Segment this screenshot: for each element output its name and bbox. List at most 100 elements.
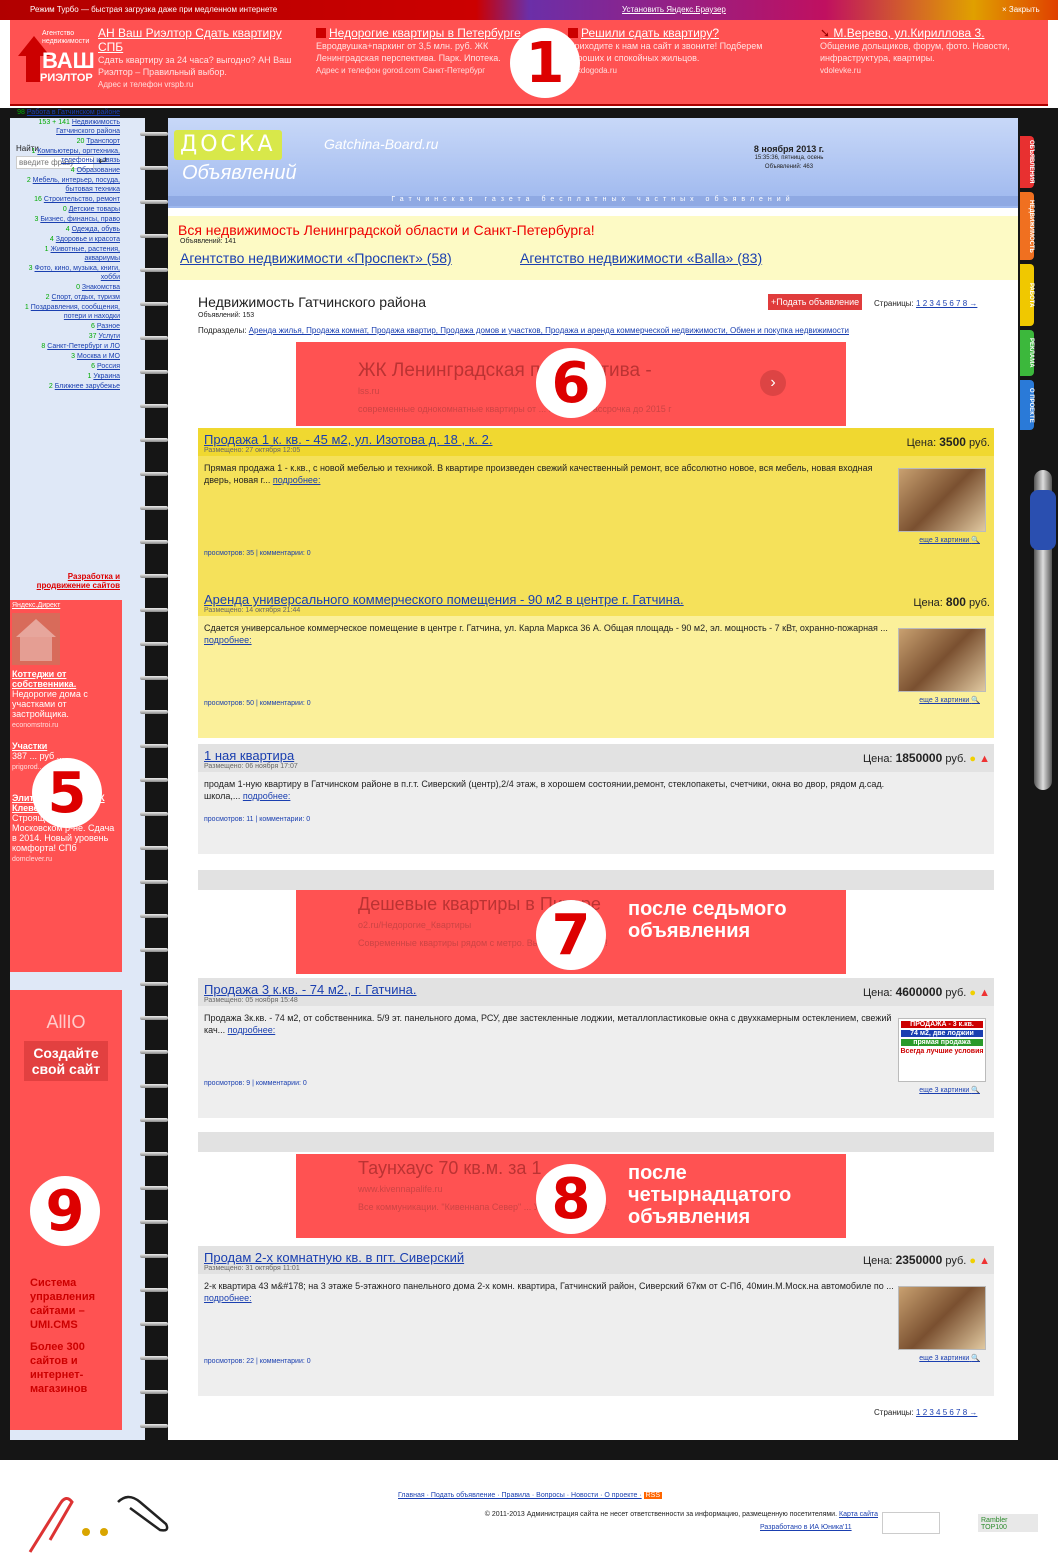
inline-ad-2[interactable]: Дешевые квартиры в Питере o2.ru/Недороги… — [296, 890, 846, 974]
nav-item[interactable]: 20 Транспорт — [15, 137, 120, 146]
counter-badge[interactable] — [882, 1512, 940, 1534]
tab-reklama[interactable]: РЕКЛАМА — [1020, 330, 1034, 376]
sitemap-link[interactable]: Карта сайта — [839, 1511, 878, 1518]
nav-item[interactable]: 1 Компьютеры, оргтехника, телефоны и свя… — [15, 147, 120, 165]
nav-item[interactable]: 37 Услуги — [15, 332, 120, 341]
nav-item[interactable]: 6 Россия — [15, 362, 120, 371]
details-link[interactable]: подробнее: — [273, 475, 321, 485]
binding-ring — [140, 436, 170, 444]
rambler-badge[interactable]: Rambler TOP100 — [978, 1514, 1038, 1532]
rss-icon[interactable]: RSS — [643, 1492, 663, 1499]
install-browser-link[interactable]: Установить Яндекс.Браузер — [622, 5, 726, 14]
dev-link[interactable]: Разработка и продвижение сайтов — [20, 572, 120, 590]
details-link[interactable]: подробнее: — [228, 1025, 276, 1035]
binding-ring — [140, 334, 170, 342]
nav-item[interactable]: 6 Разное — [15, 322, 120, 331]
developer-link[interactable]: Разработано в ИА Юника'11 — [760, 1524, 852, 1531]
listing-date: Размещено: 14 октября 21:44 — [204, 607, 301, 614]
more-pictures-link[interactable]: еще 3 картинки 🔍 — [919, 1086, 980, 1094]
nav-item[interactable]: 1 Животные, растения, аквариумы — [15, 245, 120, 263]
listing-header: Продажа 1 к. кв. - 45 м2, ул. Изотова д.… — [198, 428, 994, 456]
nav-item[interactable]: 3 Фото, кино, музыка, книги, хобби — [15, 264, 120, 282]
yandex-direct-link[interactable]: Яндекс.Директ — [10, 600, 122, 611]
nav-item[interactable]: 3 Бизнес, финансы, право — [15, 215, 120, 224]
listing-thumbnail[interactable] — [898, 468, 986, 532]
listing-title[interactable]: Аренда универсального коммерческого поме… — [204, 592, 988, 607]
binding-ring — [140, 878, 170, 886]
pager-bottom-links[interactable]: 1 2 3 4 5 6 7 8 → — [916, 1408, 977, 1417]
nav-item[interactable]: 0 Детские товары — [15, 205, 120, 214]
binding-ring — [140, 742, 170, 750]
zoom-icon: 🔍 — [971, 697, 980, 704]
nav-item[interactable]: 1 Поздравления, сообщения, потери и нахо… — [15, 303, 120, 321]
more-pictures-link[interactable]: еще 3 картинки 🔍 — [919, 1354, 980, 1362]
subsections-links[interactable]: Аренда жилья, Продажа комнат, Продажа кв… — [249, 326, 849, 335]
nav-item[interactable]: 16 Строительство, ремонт — [15, 195, 120, 204]
listing-text: 2-к квартира 43 м&#178; на 3 этаже 5-эта… — [204, 1281, 894, 1303]
top-ad-3[interactable]: Решили сдать квартиру? Приходите к нам н… — [568, 26, 798, 77]
more-pictures-link[interactable]: еще 3 картинки 🔍 — [919, 696, 980, 704]
tab-nedvizhimost[interactable]: НЕДВИЖИМОСТЬ — [1020, 192, 1034, 260]
promo-link-balla[interactable]: Агентство недвижимости «Balla» (83) — [520, 250, 762, 266]
nav-item[interactable]: 2 Ближнее зарубежье — [15, 382, 120, 391]
marker-6: 6 — [536, 348, 606, 418]
pager-top-links[interactable]: 1 2 3 4 5 6 7 8 → — [916, 299, 977, 308]
footer-links[interactable]: Главная · Подать объявление · Правила · … — [398, 1492, 642, 1499]
logo-doska[interactable]: ДОСКА — [174, 130, 282, 160]
listing-card: 1 ная квартира Размещено: 06 ноября 17:07… — [198, 744, 994, 854]
nav-item[interactable]: 4 Одежда, обувь — [15, 225, 120, 234]
binding-ring — [140, 1422, 170, 1430]
close-turbo-button[interactable]: × Закрыть — [1002, 5, 1040, 14]
nav-item[interactable]: 4 Здоровье и красота — [15, 235, 120, 244]
listing-price: Цена: 4600000 руб. ● ▲ — [862, 985, 990, 999]
nav-item[interactable]: 0 Знакомства — [15, 283, 120, 292]
zoom-icon: 🔍 — [971, 537, 980, 544]
listing-thumbnail[interactable] — [898, 1286, 986, 1350]
more-pictures-link[interactable]: еще 3 картинки 🔍 — [919, 536, 980, 544]
arrow-up-icon[interactable]: ▲ — [979, 1255, 990, 1267]
chevron-right-icon[interactable]: › — [760, 370, 786, 396]
nav-item[interactable]: 1 Украина — [15, 372, 120, 381]
vash-rieltor-logo[interactable]: Агентство недвижимости ВАШ РИЭЛТОР — [16, 26, 102, 88]
ad-icon — [568, 28, 578, 38]
top-ad-4[interactable]: ➘ М.Верево, ул.Кириллова 3. Общение доль… — [820, 26, 1020, 77]
side-ad-2-title[interactable]: Участки — [12, 741, 47, 751]
sun-icon: ● — [969, 753, 977, 765]
add-ad-button[interactable]: +Подать объявление — [768, 294, 863, 310]
subsections-label: Подразделы: — [198, 326, 247, 335]
inline-ad-1[interactable]: ЖК Ленинградская перспектива - lss.ru со… — [296, 342, 846, 426]
nav-item[interactable]: 8 Санкт-Петербург и ЛО — [15, 342, 120, 351]
details-link[interactable]: подробнее: — [204, 1293, 252, 1303]
tab-obyavleniya[interactable]: ОБЪЯВЛЕНИЯ — [1020, 136, 1034, 188]
binding-ring — [140, 572, 170, 580]
binding-ring — [140, 810, 170, 818]
arrow-up-icon[interactable]: ▲ — [979, 987, 990, 999]
side-banner-block[interactable]: AllIO Создайте свой сайт 9 Система управ… — [10, 990, 122, 1430]
promo-link-prospekt[interactable]: Агентство недвижимости «Проспект» (58) — [180, 250, 452, 266]
pen-grip — [1030, 490, 1056, 550]
nav-item[interactable]: 2 Мебель, интерьер, посуда, бытовая техн… — [15, 176, 120, 194]
binding-ring — [140, 470, 170, 478]
turbo-text: Режим Турбо — быстрая загрузка даже при … — [30, 5, 278, 14]
tab-o-proekte[interactable]: О ПРОЕКТЕ — [1020, 380, 1034, 430]
tab-rabota[interactable]: РАБОТА — [1020, 264, 1034, 326]
listing-thumbnail[interactable]: ПРОДАЖА - 3 к.кв. 74 м2, две лоджии прямая… — [898, 1018, 986, 1082]
section-count: Объявлений: 153 — [198, 312, 255, 319]
top-ad-1[interactable]: АН Ваш Риэлтор Сдать квартиру СПБ Сдать … — [98, 26, 298, 91]
create-site-button[interactable]: Создайте свой сайт — [24, 1041, 108, 1081]
side-ad-1-title[interactable]: Коттеджи от собственника. — [12, 669, 76, 689]
nav-item[interactable]: 98 Работа в Гатчинском районе — [15, 108, 120, 117]
arrow-up-icon[interactable]: ▲ — [979, 753, 990, 765]
nav-item[interactable]: 3 Москва и МО — [15, 352, 120, 361]
nav-item[interactable]: 4 Образование — [15, 166, 120, 175]
nav-item[interactable]: 153 + 141 Недвижимость Гатчинского район… — [15, 118, 120, 136]
details-link[interactable]: подробнее: — [204, 635, 252, 645]
listing-thumbnail[interactable] — [898, 628, 986, 692]
page-footer: Главная · Подать объявление · Правила · … — [0, 1470, 1058, 1557]
header-count: Объявлений: 463 — [764, 164, 814, 170]
listing-header: Продажа 3 к.кв. - 74 м2., г. Гатчина. Раз… — [198, 978, 994, 1006]
details-link[interactable]: подробнее: — [243, 791, 291, 801]
inline-ad-3[interactable]: Таунхаус 70 кв.м. за 1 ... р www.kivenna… — [296, 1154, 846, 1238]
nav-item[interactable]: 2 Спорт, отдых, туризм — [15, 293, 120, 302]
listing-title[interactable]: Продажа 1 к. кв. - 45 м2, ул. Изотова д.… — [204, 432, 988, 447]
